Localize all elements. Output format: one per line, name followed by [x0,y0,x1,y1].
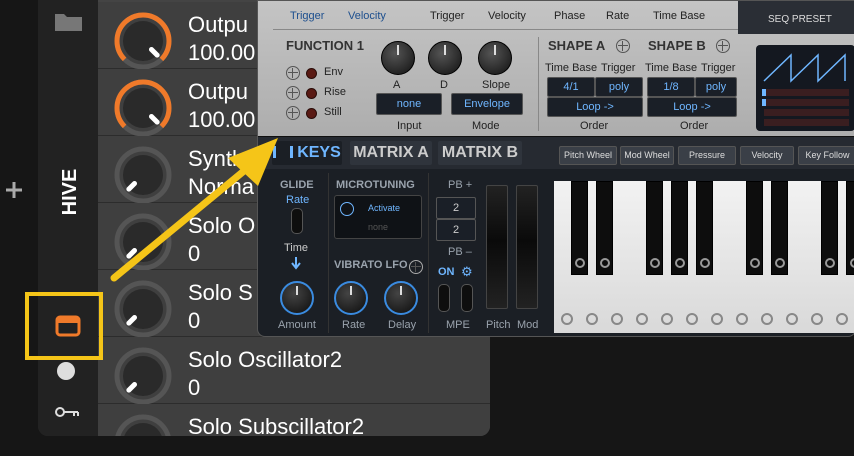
black-key[interactable] [571,181,588,275]
highlight-box [25,292,103,360]
synth-plugin-window: Trigger Velocity Trigger Velocity Phase … [257,0,854,337]
parameter-value: 0 [188,375,201,400]
key-icon[interactable] [54,402,82,422]
black-key[interactable] [596,181,613,275]
key-marker [711,313,723,325]
key-marker [775,258,785,268]
parameter-name: Outpu [188,79,248,104]
black-key[interactable] [771,181,788,275]
parameter-name: Solo Subscillator2 [188,414,365,436]
parameter-row[interactable]: Solo Subscillator2 [98,404,490,436]
key-marker [636,313,648,325]
parameter-knob[interactable] [112,10,174,72]
black-key[interactable] [746,181,763,275]
key-marker [675,258,685,268]
device-name: HIVE [59,168,81,216]
key-marker [575,258,585,268]
black-key[interactable] [821,181,838,275]
black-key[interactable] [696,181,713,275]
key-marker [686,313,698,325]
device-icon-strip: HIVE [38,0,98,436]
parameter-name: Outpu [188,12,248,37]
circle-icon[interactable] [57,362,75,380]
key-marker [586,313,598,325]
black-key[interactable] [646,181,663,275]
key-marker [850,258,854,268]
key-marker [650,258,660,268]
black-key[interactable] [671,181,688,275]
key-marker [811,313,823,325]
arrow-annotation [110,138,278,282]
parameter-name: Solo Oscillator2 [188,347,343,372]
folder-icon[interactable] [54,10,84,32]
key-marker [825,258,835,268]
black-key[interactable] [846,181,854,275]
parameter-knob[interactable] [112,412,174,436]
key-marker [736,313,748,325]
plus-icon[interactable] [4,180,24,200]
key-marker [786,313,798,325]
piano-keyboard [258,1,854,336]
parameter-value: 100.00 [188,40,256,65]
parameter-value: 0 [188,308,201,333]
key-marker [611,313,623,325]
key-marker [750,258,760,268]
key-marker [836,313,848,325]
key-marker [700,258,710,268]
key-marker [661,313,673,325]
key-marker [561,313,573,325]
parameter-knob[interactable] [112,345,174,407]
key-marker [600,258,610,268]
key-marker [761,313,773,325]
parameter-row[interactable]: Solo Oscillator2 0 [98,337,490,407]
